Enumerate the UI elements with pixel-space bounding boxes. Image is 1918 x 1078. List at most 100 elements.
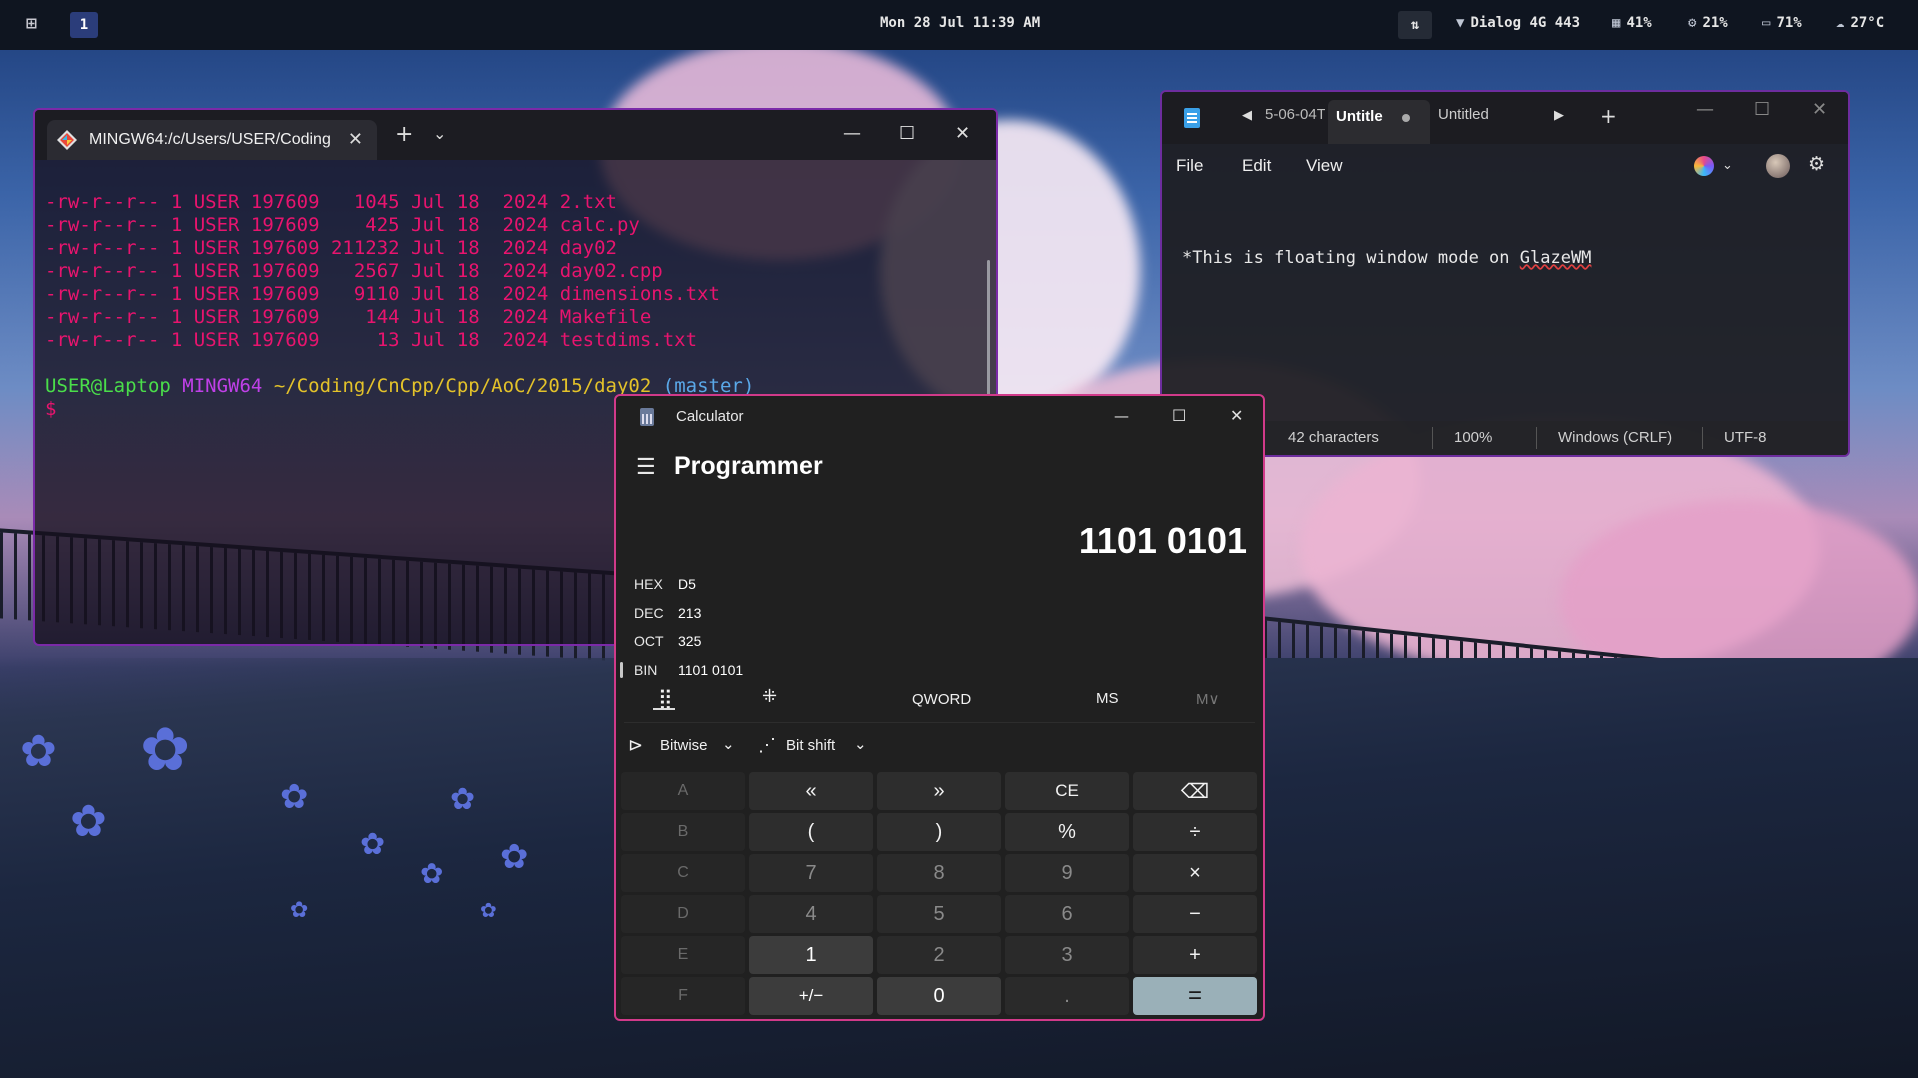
terminal-tab-title: MINGW64:/c/Users/USER/Coding: [89, 131, 331, 148]
close-icon[interactable]: ✕: [1812, 100, 1827, 120]
minimize-icon[interactable]: —: [1696, 100, 1714, 120]
cpu-icon: ▦: [1612, 15, 1621, 31]
new-tab-icon[interactable]: +: [1600, 104, 1617, 128]
key-hex-a[interactable]: A: [621, 772, 745, 810]
bitwise-dropdown[interactable]: Bitwise: [660, 737, 708, 754]
menu-file[interactable]: File: [1176, 156, 1203, 176]
memory-status[interactable]: ⚙ 21%: [1688, 15, 1728, 31]
close-icon[interactable]: ✕: [955, 124, 970, 144]
maximize-icon[interactable]: ☐: [899, 124, 915, 144]
key-close-paren[interactable]: ): [877, 813, 1001, 851]
bitshift-icon: ⋰: [758, 735, 776, 755]
close-icon[interactable]: ✕: [1230, 406, 1243, 426]
workspace-indicator[interactable]: 1: [70, 12, 98, 38]
key-0[interactable]: 0: [877, 977, 1001, 1015]
tab-previous[interactable]: 5-06-04T: [1265, 106, 1325, 123]
key-clear-entry[interactable]: CE: [1005, 772, 1129, 810]
radix-bin[interactable]: BIN 1101 0101: [634, 662, 743, 678]
key-multiply[interactable]: ×: [1133, 854, 1257, 892]
key-shift-left[interactable]: «: [749, 772, 873, 810]
cpu-status[interactable]: ▦ 41%: [1612, 15, 1652, 31]
hamburger-menu-icon[interactable]: ☰: [636, 454, 656, 480]
tab-scroll-right-icon[interactable]: ▶: [1554, 108, 1564, 123]
minimize-icon[interactable]: —: [1114, 406, 1129, 426]
chevron-down-icon[interactable]: ⌄: [1722, 158, 1733, 173]
misspelled-word: GlazeWM: [1519, 248, 1592, 268]
battery-status[interactable]: ▭ 71%: [1762, 15, 1802, 31]
memory-list-button[interactable]: M∨: [1196, 690, 1219, 708]
key-hex-e[interactable]: E: [621, 936, 745, 974]
key-percent[interactable]: %: [1005, 813, 1129, 851]
key-3[interactable]: 3: [1005, 936, 1129, 974]
terminal-tab[interactable]: MINGW64:/c/Users/USER/Coding ✕: [47, 120, 377, 160]
calculator-titlebar: Calculator — ☐ ✕: [616, 396, 1263, 436]
key-8[interactable]: 8: [877, 854, 1001, 892]
key-4[interactable]: 4: [749, 895, 873, 933]
key-negate[interactable]: +/−: [749, 977, 873, 1015]
line-ending[interactable]: Windows (CRLF): [1558, 429, 1672, 446]
tab-active[interactable]: Untitle: [1328, 100, 1430, 144]
key-divide[interactable]: ÷: [1133, 813, 1257, 851]
terminal-line: -rw-r--r-- 1 USER 197609 144 Jul 18 2024…: [45, 306, 652, 328]
gear-icon[interactable]: ⚙: [1808, 153, 1825, 175]
key-decimal[interactable]: .: [1005, 977, 1129, 1015]
result-display: 1101 0101: [1078, 520, 1247, 561]
encoding[interactable]: UTF-8: [1724, 429, 1767, 446]
wifi-icon: ▼: [1456, 15, 1465, 31]
unsaved-dot-icon[interactable]: [1402, 114, 1410, 122]
radix-oct[interactable]: OCT 325: [634, 633, 701, 649]
calculator-icon: [640, 408, 654, 426]
copilot-icon[interactable]: [1694, 156, 1714, 176]
word-size-button[interactable]: QWORD: [912, 691, 971, 708]
memory-store-button[interactable]: MS: [1096, 690, 1119, 707]
menu-edit[interactable]: Edit: [1242, 156, 1271, 176]
key-equals[interactable]: =: [1133, 977, 1257, 1015]
radix-hex[interactable]: HEX D5: [634, 576, 696, 592]
chevron-down-icon[interactable]: ⌄: [433, 124, 446, 143]
taskbar: ⊞ 1 Mon 28 Jul 11:39 AM ⇅ ▼ Dialog 4G 443…: [0, 0, 1918, 50]
bit-toggle-keypad-icon[interactable]: ⁜: [762, 686, 777, 707]
key-hex-b[interactable]: B: [621, 813, 745, 851]
key-add[interactable]: +: [1133, 936, 1257, 974]
network-toggle-icon[interactable]: ⇅: [1398, 11, 1432, 39]
key-6[interactable]: 6: [1005, 895, 1129, 933]
chevron-down-icon[interactable]: ⌄: [722, 735, 735, 753]
minimize-icon[interactable]: —: [843, 124, 861, 144]
maximize-icon[interactable]: ☐: [1754, 100, 1770, 120]
key-2[interactable]: 2: [877, 936, 1001, 974]
notepad-editor[interactable]: *This is floating window mode on GlazeWM: [1182, 248, 1591, 268]
windows-start-icon[interactable]: ⊞: [26, 14, 46, 34]
network-status[interactable]: ▼ Dialog 4G 443: [1456, 15, 1580, 31]
notepad-menubar: File Edit View ⌄ ⚙: [1162, 144, 1848, 188]
zoom-level[interactable]: 100%: [1454, 429, 1492, 446]
key-shift-right[interactable]: »: [877, 772, 1001, 810]
notepad-tabbar: ◀ 5-06-04T Untitle Untitled ▶ + — ☐ ✕: [1162, 92, 1848, 144]
cloud-icon: ☁: [1836, 15, 1845, 31]
key-9[interactable]: 9: [1005, 854, 1129, 892]
battery-icon: ▭: [1762, 15, 1771, 31]
key-open-paren[interactable]: (: [749, 813, 873, 851]
avatar[interactable]: [1766, 154, 1790, 178]
weather-status[interactable]: ☁ 27°C: [1836, 15, 1884, 31]
key-5[interactable]: 5: [877, 895, 1001, 933]
close-tab-icon[interactable]: ✕: [348, 129, 363, 150]
menu-view[interactable]: View: [1306, 156, 1343, 176]
radix-dec[interactable]: DEC 213: [634, 605, 701, 621]
prompt-path: ~/Coding/CnCpp/Cpp/AoC/2015/day02: [273, 375, 652, 397]
clock[interactable]: Mon 28 Jul 11:39 AM: [880, 15, 1040, 31]
key-7[interactable]: 7: [749, 854, 873, 892]
key-hex-c[interactable]: C: [621, 854, 745, 892]
maximize-icon[interactable]: ☐: [1172, 406, 1186, 426]
key-backspace[interactable]: ⌫: [1133, 772, 1257, 810]
chevron-down-icon[interactable]: ⌄: [854, 735, 867, 753]
bitshift-dropdown[interactable]: Bit shift: [786, 737, 835, 754]
key-hex-f[interactable]: F: [621, 977, 745, 1015]
tab-untitled[interactable]: Untitled: [1438, 106, 1489, 123]
flower-decoration: ✿: [20, 726, 57, 777]
tab-scroll-left-icon[interactable]: ◀: [1242, 108, 1252, 123]
key-subtract[interactable]: −: [1133, 895, 1257, 933]
calculator-mode: Programmer: [674, 452, 823, 480]
key-1[interactable]: 1: [749, 936, 873, 974]
new-tab-icon[interactable]: +: [395, 122, 413, 147]
key-hex-d[interactable]: D: [621, 895, 745, 933]
